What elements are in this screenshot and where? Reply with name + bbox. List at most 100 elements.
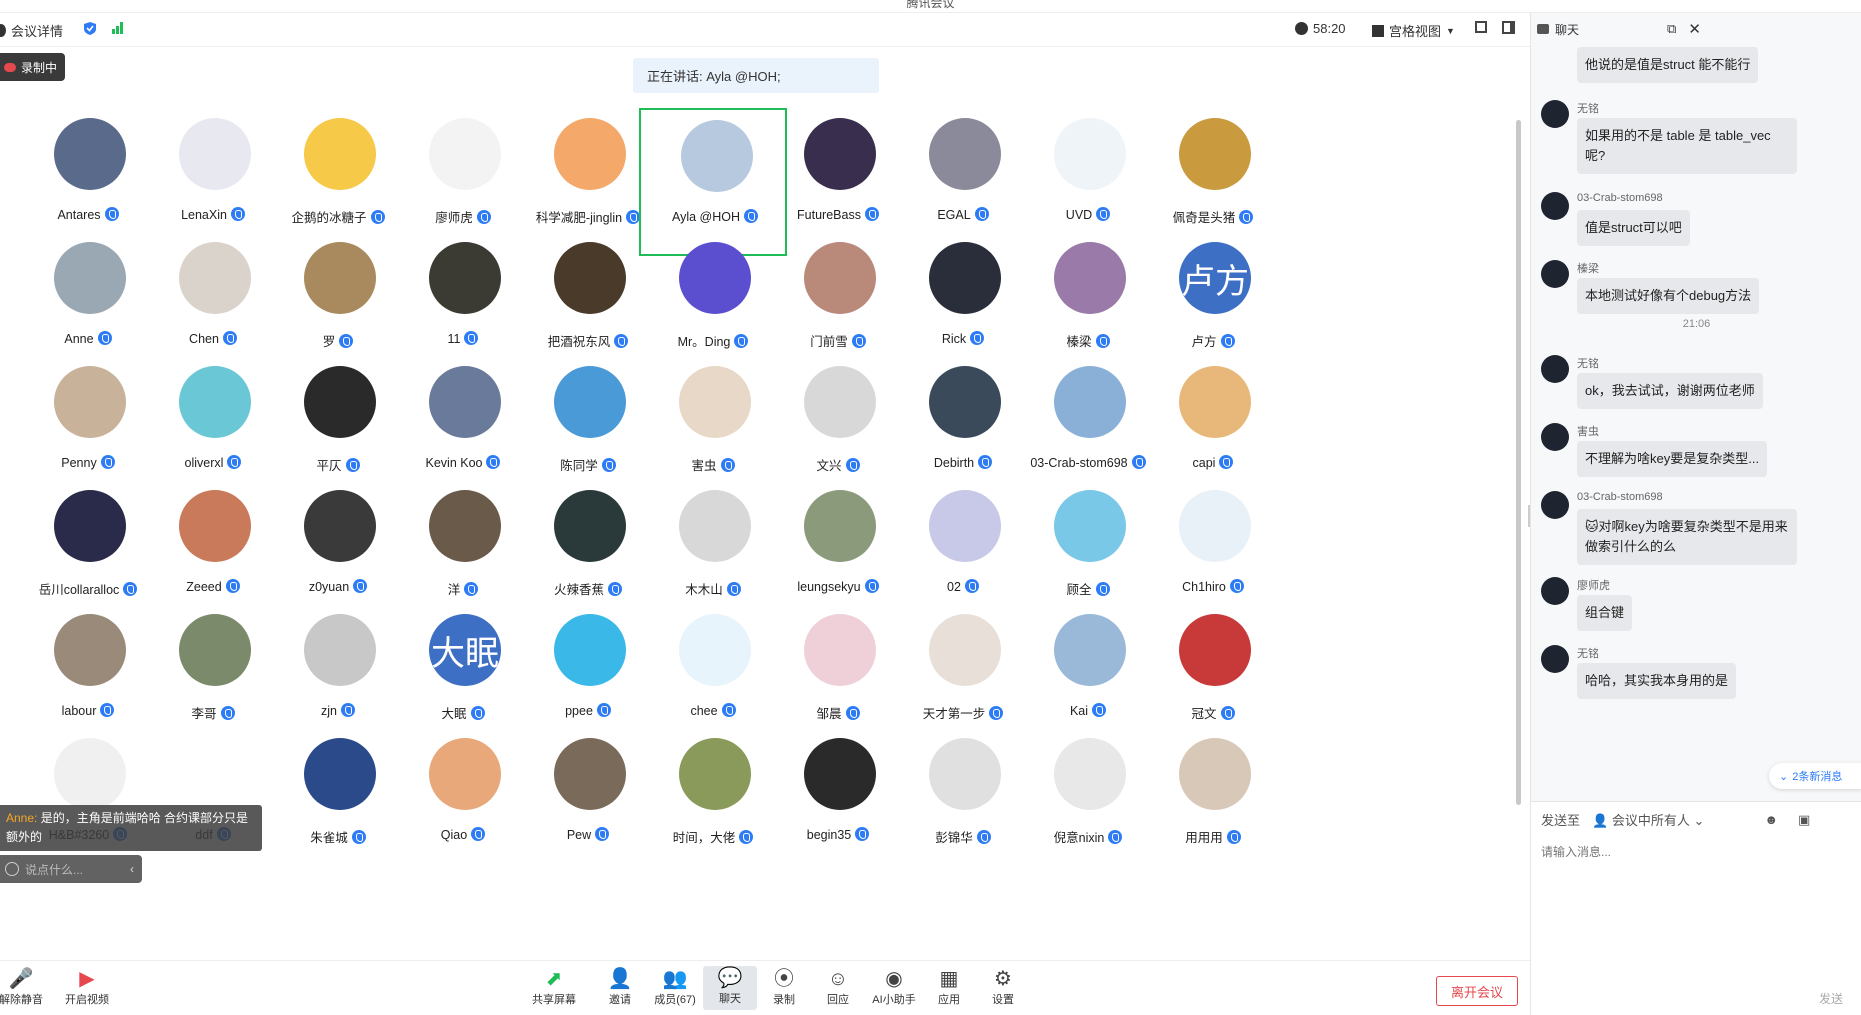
- participant-name-text: 顾全: [1066, 583, 1092, 597]
- toggle-sidebar-button[interactable]: [1502, 21, 1515, 34]
- unmute-button[interactable]: 🎤 解除静音: [0, 967, 48, 1007]
- leave-meeting-button[interactable]: 离开会议: [1436, 976, 1518, 1006]
- chat-bubble-icon: 💬: [717, 967, 743, 989]
- participant-name-text: 倪意nixin: [1053, 831, 1105, 845]
- settings-button[interactable]: ⚙ 设置: [976, 967, 1030, 1007]
- participant-name-text: 火辣香蕉: [553, 583, 604, 597]
- mic-status-icon: [230, 207, 245, 221]
- grid-scrollbar[interactable]: [1516, 120, 1521, 805]
- avatar: [1054, 738, 1126, 810]
- avatar: [304, 242, 376, 314]
- recording-badge[interactable]: 录制中: [0, 53, 66, 81]
- avatar: [179, 366, 251, 438]
- participant-name-text: zjn: [321, 704, 337, 718]
- new-messages-badge[interactable]: ⌄ 2条新消息: [1769, 763, 1861, 789]
- avatar: [1054, 366, 1126, 438]
- send-button[interactable]: 发送: [1819, 990, 1843, 1007]
- participant-name-text: Mr。Ding: [677, 335, 731, 349]
- mic-status-icon: [608, 582, 622, 596]
- avatar: [304, 366, 376, 438]
- share-screen-button[interactable]: ⬈ 共享屏幕: [527, 967, 581, 1007]
- participant-name-text: 岳川collaralloc: [38, 583, 120, 597]
- record-label: 录制: [773, 994, 795, 1006]
- emoji-button[interactable]: ☻: [1764, 812, 1778, 827]
- camera-off-icon: ▶: [79, 968, 95, 990]
- mic-status-icon: [989, 706, 1004, 720]
- live-caption: Anne: 是的，主角是前端哈哈 合约课部分只是额外的: [0, 805, 262, 851]
- chat-message[interactable]: 无铭 如果用的不是 table 是 table_vec 呢?: [1541, 100, 1841, 180]
- invite-button[interactable]: 👤 邀请: [593, 967, 647, 1007]
- network-signal-button[interactable]: [111, 21, 124, 34]
- recipient-dropdown[interactable]: 👤 会议中所有人 ⌄: [1592, 810, 1704, 829]
- folder-icon[interactable]: ▣: [1798, 812, 1810, 828]
- mic-status-icon: [353, 579, 368, 593]
- meeting-details-button[interactable]: 会议详情: [0, 21, 63, 40]
- chat-message-list[interactable]: 他说的是值是struct 能不能行 无铭 如果用的不是 table 是 table_…: [1531, 45, 1861, 801]
- participant-tile[interactable]: 用用用: [1139, 728, 1287, 876]
- chat-icon: [1537, 24, 1549, 34]
- mic-status-icon: [1219, 455, 1234, 469]
- avatar: [54, 614, 126, 686]
- settings-label: 设置: [992, 994, 1014, 1006]
- sender-name: 无铭: [1577, 358, 1599, 370]
- sender-avatar: [1541, 100, 1569, 128]
- security-shield-button[interactable]: [83, 21, 97, 36]
- chat-label: 聊天: [719, 993, 741, 1005]
- fullscreen-icon: [1475, 21, 1487, 33]
- mic-status-icon: [1096, 207, 1111, 221]
- mic-status-icon: [1220, 334, 1235, 348]
- chat-message[interactable]: 03-Crab-stom698 🐱对啊key为啥要复杂类型不是用来做索引什么的么: [1541, 491, 1841, 571]
- mic-status-icon: [97, 331, 112, 345]
- participant-name-text: 大眠: [441, 707, 467, 721]
- mic-status-icon: [595, 827, 610, 841]
- reaction-icon: ☺: [827, 968, 849, 990]
- mic-status-icon: [726, 582, 741, 596]
- participant-name-text: LenaXin: [181, 208, 227, 222]
- comment-input[interactable]: 说点什么... ‹: [0, 855, 142, 883]
- ai-assistant-button[interactable]: ◉ AI小助手: [867, 967, 921, 1007]
- avatar: [54, 490, 126, 562]
- members-icon: 👥: [662, 968, 688, 990]
- sender-name: 无铭: [1577, 648, 1599, 660]
- chat-button[interactable]: 💬 聊天: [703, 966, 757, 1010]
- chat-header: 聊天 ⧉ ✕: [1531, 13, 1861, 45]
- avatar: 大眠: [429, 614, 501, 686]
- caption-text: 是的，主角是前端哈哈 合约课部分只是额外的: [6, 811, 249, 844]
- close-icon[interactable]: ✕: [1688, 20, 1701, 38]
- mic-status-icon: [1095, 582, 1110, 596]
- members-button[interactable]: 👥 成员(67): [648, 967, 702, 1007]
- participant-name: 冠文: [1139, 703, 1287, 722]
- share-label: 共享屏幕: [532, 994, 576, 1006]
- collapse-chevron-icon[interactable]: ‹: [130, 862, 134, 876]
- chat-time-separator: 21:06: [1682, 318, 1711, 330]
- chat-message[interactable]: 无铭 哈哈，其实我本身用的是: [1541, 645, 1841, 725]
- avatar: [304, 738, 376, 810]
- participant-name-text: Antares: [57, 208, 101, 222]
- avatar: [681, 120, 753, 192]
- participant-name-text: 门前雪: [810, 335, 848, 349]
- reactions-button[interactable]: ☺ 回应: [811, 967, 865, 1007]
- mic-status-icon: [734, 334, 749, 348]
- view-mode-dropdown[interactable]: 宫格视图 ▼: [1372, 21, 1455, 40]
- add-user-icon: 👤: [607, 968, 633, 990]
- avatar: [929, 242, 1001, 314]
- new-messages-label: 2条新消息: [1792, 771, 1843, 783]
- fullscreen-button[interactable]: [1475, 21, 1487, 33]
- avatar: [554, 614, 626, 686]
- info-icon: [0, 24, 6, 37]
- share-screen-icon: ⬈: [545, 968, 563, 990]
- avatar: [429, 738, 501, 810]
- start-video-button[interactable]: ▶ 开启视频: [60, 967, 114, 1007]
- mic-status-icon: [470, 706, 485, 720]
- popout-icon[interactable]: ⧉: [1667, 21, 1676, 37]
- record-button[interactable]: ⦿ 录制: [757, 967, 811, 1007]
- participant-name-text: FutureBass: [797, 208, 861, 222]
- top-toolbar: 会议详情 58:20 宫格视图 ▼: [0, 13, 1530, 47]
- avatar: 卢方: [1179, 242, 1251, 314]
- apps-button[interactable]: ▦ 应用: [922, 967, 976, 1007]
- mic-status-icon: [220, 706, 235, 720]
- mic-status-icon: [227, 455, 242, 469]
- avatar: [804, 490, 876, 562]
- chat-message-input[interactable]: [1541, 842, 1841, 862]
- gear-icon: ⚙: [994, 968, 1012, 990]
